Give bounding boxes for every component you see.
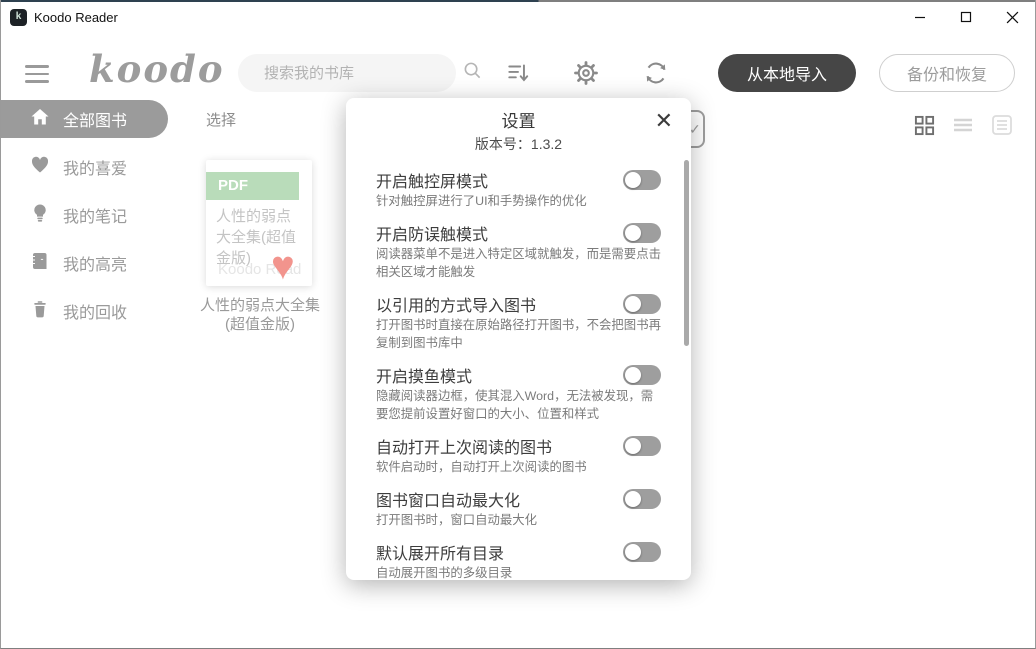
sidebar-item-highlights[interactable]: 我的高亮 — [1, 244, 196, 282]
setting-import-by-reference: 以引用的方式导入图书 打开图书时直接在原始路径打开图书，不会把图书再复制到图书库… — [376, 292, 661, 352]
modal-scrollbar[interactable] — [684, 160, 689, 346]
titlebar: k Koodo Reader — [1, 2, 1035, 34]
heart-icon — [29, 155, 51, 180]
book-title-caption[interactable]: 人性的弱点大全集(超值金版) — [196, 296, 324, 334]
setting-description: 打开图书时，窗口自动最大化 — [376, 511, 661, 529]
sort-icon[interactable] — [503, 58, 533, 88]
minimize-button[interactable] — [897, 2, 943, 32]
sidebar-item-all-books[interactable]: 全部图书 — [1, 100, 168, 138]
cover-title-text: 人性的弱点大全集(超值金版) — [206, 200, 312, 269]
version-label: 版本号：1.3.2 — [376, 134, 661, 154]
settings-modal: 设置 版本号：1.3.2 ✕ 开启触控屏模式 针对触控屏进行了UI和手势操作的优… — [346, 98, 691, 580]
backup-restore-button[interactable]: 备份和恢复 — [879, 54, 1015, 92]
setting-description: 隐藏阅读器边框，使其混入Word，无法被发现，需要您提前设置好窗口的大小、位置和… — [376, 387, 661, 423]
setting-description: 自动展开图书的多级目录 — [376, 564, 661, 582]
setting-description: 打开图书时直接在原始路径打开图书，不会把图书再复制到图书库中 — [376, 316, 661, 352]
app-logo-icon: k — [10, 9, 27, 26]
setting-description: 针对触控屏进行了UI和手势操作的优化 — [376, 192, 661, 210]
trash-icon — [29, 299, 51, 324]
select-mode-toggle[interactable]: 选择 — [206, 109, 236, 130]
sidebar-item-label: 我的笔记 — [63, 203, 127, 227]
search-icon — [463, 61, 482, 85]
toggle-switch[interactable] — [623, 223, 661, 243]
setting-title: 开启触控屏模式 — [376, 168, 488, 192]
sidebar-item-label: 全部图书 — [63, 107, 127, 131]
view-mode-switcher — [914, 114, 1013, 141]
lightbulb-icon — [29, 203, 51, 228]
sidebar-item-favorites[interactable]: 我的喜爱 — [1, 148, 196, 186]
sidebar-item-label: 我的高亮 — [63, 251, 127, 275]
detail-view-icon[interactable] — [991, 114, 1013, 141]
setting-title: 图书窗口自动最大化 — [376, 487, 520, 511]
sidebar-item-label: 我的回收 — [63, 299, 127, 323]
sync-refresh-icon[interactable] — [641, 58, 671, 88]
toggle-switch[interactable] — [623, 489, 661, 509]
book-cover-card[interactable]: PDF 人性的弱点大全集(超值金版) Koodo Read — [206, 160, 312, 286]
format-badge: PDF — [206, 172, 299, 200]
setting-touch-mode: 开启触控屏模式 针对触控屏进行了UI和手势操作的优化 — [376, 168, 661, 210]
book-icon — [29, 251, 51, 276]
settings-gear-icon[interactable] — [571, 58, 601, 88]
setting-title: 以引用的方式导入图书 — [376, 292, 536, 316]
home-icon — [29, 107, 51, 132]
toggle-switch[interactable] — [623, 294, 661, 314]
setting-description: 阅读器菜单不是进入特定区域就触发，而是需要点击相关区域才能触发 — [376, 245, 661, 281]
koodo-logo: koodo — [89, 47, 225, 91]
import-local-button[interactable]: 从本地导入 — [718, 54, 856, 92]
setting-title: 开启摸鱼模式 — [376, 363, 472, 387]
app-window: k Koodo Reader koodo — [0, 0, 1036, 649]
setting-mistouch-prevention: 开启防误触模式 阅读器菜单不是进入特定区域就触发，而是需要点击相关区域才能触发 — [376, 221, 661, 281]
toggle-switch[interactable] — [623, 365, 661, 385]
favorite-heart-icon[interactable]: ♥ — [271, 246, 295, 286]
setting-title: 自动打开上次阅读的图书 — [376, 434, 552, 458]
search-input[interactable] — [264, 65, 463, 82]
setting-auto-maximize: 图书窗口自动最大化 打开图书时，窗口自动最大化 — [376, 487, 661, 529]
close-window-button[interactable] — [989, 2, 1035, 32]
toolbar: koodo — [1, 45, 1035, 100]
maximize-button[interactable] — [943, 2, 989, 32]
sidebar-item-label: 我的喜爱 — [63, 155, 127, 179]
setting-stealth-mode: 开启摸鱼模式 隐藏阅读器边框，使其混入Word，无法被发现，需要您提前设置好窗口… — [376, 363, 661, 423]
setting-expand-toc: 默认展开所有目录 自动展开图书的多级目录 — [376, 540, 661, 582]
sidebar-item-notes[interactable]: 我的笔记 — [1, 196, 196, 234]
sidebar-item-trash[interactable]: 我的回收 — [1, 292, 196, 330]
modal-title: 设置 — [376, 110, 661, 134]
sidebar: 全部图书 我的喜爱 我的笔记 我的高亮 我的回收 — [1, 100, 196, 648]
setting-title: 默认展开所有目录 — [376, 540, 504, 564]
list-view-icon[interactable] — [952, 115, 974, 140]
toggle-switch[interactable] — [623, 436, 661, 456]
toggle-switch[interactable] — [623, 542, 661, 562]
setting-open-last-book: 自动打开上次阅读的图书 软件启动时，自动打开上次阅读的图书 — [376, 434, 661, 476]
close-icon[interactable]: ✕ — [655, 110, 673, 132]
search-box[interactable] — [238, 54, 456, 92]
toggle-switch[interactable] — [623, 170, 661, 190]
menu-icon[interactable] — [25, 60, 49, 88]
setting-description: 软件启动时，自动打开上次阅读的图书 — [376, 458, 661, 476]
setting-title: 开启防误触模式 — [376, 221, 488, 245]
grid-view-icon[interactable] — [914, 115, 935, 141]
window-title: Koodo Reader — [34, 10, 118, 25]
